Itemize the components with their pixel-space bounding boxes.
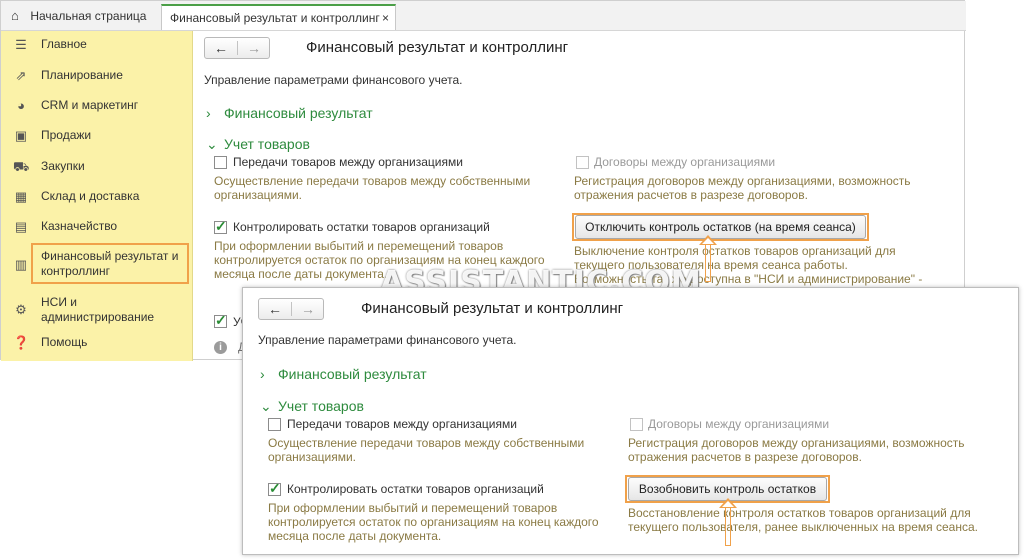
transfers-desc: Осуществление передачи товаров между соб… <box>268 436 585 464</box>
close-icon[interactable]: × <box>382 6 389 30</box>
chevron-down-icon: ⌄ <box>260 398 272 414</box>
sidebar-item-warehouse[interactable]: ▦ Склад и доставка <box>1 189 193 207</box>
sidebar-item-label: Казначейство <box>41 219 118 233</box>
sidebar-item-help[interactable]: ❓ Помощь <box>1 335 193 353</box>
contracts-checkbox[interactable] <box>630 418 643 431</box>
help-icon: ❓ <box>13 335 30 350</box>
tab-bar: ⌂ Начальная страница Финансовый результа… <box>1 1 966 31</box>
back-arrow-icon[interactable]: ← <box>205 39 237 57</box>
group-financial-result[interactable]: › Финансовый результат <box>260 366 427 382</box>
sidebar-item-purchases[interactable]: ⛟ Закупки <box>1 159 193 177</box>
tab-financial-result[interactable]: Финансовый результат и контроллинг × <box>161 4 396 30</box>
arrow-up-icon <box>699 235 717 282</box>
control-label: Контролировать остатки товаров организац… <box>287 482 544 496</box>
overlay-window: ← → Финансовый результат и контроллинг У… <box>242 287 1019 555</box>
sidebar: ☰ Главное ⇗ Планирование ◕ CRM и маркети… <box>1 31 193 361</box>
control-label: Контролировать остатки товаров организац… <box>233 220 490 234</box>
page-title: Финансовый результат и контроллинг <box>361 300 624 317</box>
sidebar-item-label: Главное <box>41 37 87 51</box>
sidebar-item-sales[interactable]: ▣ Продажи <box>1 128 193 146</box>
page-subtitle: Управление параметрами финансового учета… <box>258 333 517 347</box>
disable-control-button[interactable]: Отключить контроль остатков (на время се… <box>575 215 866 239</box>
nav-buttons: ← → <box>258 298 324 320</box>
cart-icon: ⛟ <box>13 159 30 174</box>
arrow-up-icon <box>719 498 737 546</box>
partial-checkbox[interactable]: ✓ <box>214 312 227 328</box>
info-icon: i <box>214 341 227 354</box>
shopping-bag-icon: ▣ <box>14 128 28 143</box>
sidebar-item-label: Продажи <box>41 128 92 142</box>
sidebar-item-label: Планирование <box>41 68 123 82</box>
nav-buttons: ← → <box>204 37 270 59</box>
group-financial-result[interactable]: › Финансовый результат <box>206 105 373 121</box>
transfers-label: Передачи товаров между организациями <box>287 417 517 431</box>
contracts-label: Договоры между организациями <box>594 155 776 169</box>
forward-arrow-icon[interactable]: → <box>292 300 324 318</box>
sidebar-item-crm[interactable]: ◕ CRM и маркетинг <box>1 98 193 116</box>
sidebar-item-main[interactable]: ☰ Главное <box>1 37 193 55</box>
home-icon: ⌂ <box>11 8 19 23</box>
sidebar-item-treasury[interactable]: ▤ Казначейство <box>1 219 193 237</box>
resume-control-desc: Восстановление контроля остатков товаров… <box>628 506 978 534</box>
sidebar-item-label: Помощь <box>41 335 88 349</box>
group-label: Финансовый результат <box>224 105 373 121</box>
pie-chart-icon: ◕ <box>17 98 25 113</box>
page-title: Финансовый результат и контроллинг <box>306 39 569 56</box>
sidebar-item-planning[interactable]: ⇗ Планирование <box>1 68 193 86</box>
tab-financial-result-label: Финансовый результат и контроллинг <box>170 11 380 25</box>
chevron-down-icon: ⌄ <box>206 136 218 152</box>
contracts-desc: Регистрация договоров между организациям… <box>628 436 965 464</box>
group-label: Учет товаров <box>224 136 310 152</box>
checkmark-icon: ✓ <box>215 312 227 328</box>
bar-chart-icon: ▥ <box>14 257 28 272</box>
chevron-right-icon: › <box>206 105 211 121</box>
control-checkbox[interactable]: ✓ <box>214 218 227 234</box>
transfers-label: Передачи товаров между организациями <box>233 155 463 169</box>
menu-icon: ☰ <box>15 37 27 52</box>
control-desc: При оформлении выбытий и перемещений тов… <box>268 501 599 543</box>
warehouse-icon: ▦ <box>14 189 28 204</box>
control-checkbox[interactable]: ✓ <box>268 480 281 496</box>
contracts-desc: Регистрация договоров между организациям… <box>574 174 911 202</box>
sidebar-item-label: CRM и маркетинг <box>41 98 139 112</box>
gear-icon: ⚙ <box>15 302 27 317</box>
sidebar-item-nsi[interactable]: ⚙ НСИ и администрирование <box>1 295 193 327</box>
group-goods[interactable]: ⌄ Учет товаров <box>206 136 310 153</box>
wallet-icon: ▤ <box>14 219 28 234</box>
chart-up-icon: ⇗ <box>15 68 27 83</box>
checkmark-icon: ✓ <box>215 218 227 234</box>
checkmark-icon: ✓ <box>269 480 281 496</box>
forward-arrow-icon[interactable]: → <box>238 39 270 57</box>
sidebar-item-label: Склад и доставка <box>41 189 140 203</box>
transfers-checkbox[interactable] <box>214 156 227 169</box>
group-label: Финансовый результат <box>278 366 427 382</box>
tab-home[interactable]: ⌂ Начальная страница <box>3 4 155 30</box>
back-arrow-icon[interactable]: ← <box>259 300 291 318</box>
sidebar-item-label: НСИ и администрирование <box>41 295 155 324</box>
sidebar-selection-highlight <box>31 243 189 284</box>
page-subtitle: Управление параметрами финансового учета… <box>204 73 463 87</box>
transfers-checkbox[interactable] <box>268 418 281 431</box>
contracts-checkbox[interactable] <box>576 156 589 169</box>
chevron-right-icon: › <box>260 366 265 382</box>
contracts-label: Договоры между организациями <box>648 417 830 431</box>
sidebar-item-label: Закупки <box>41 159 85 173</box>
transfers-desc: Осуществление передачи товаров между соб… <box>214 174 531 202</box>
group-goods[interactable]: ⌄ Учет товаров <box>260 398 364 415</box>
tab-home-label: Начальная страница <box>30 9 147 23</box>
group-label: Учет товаров <box>278 398 364 414</box>
